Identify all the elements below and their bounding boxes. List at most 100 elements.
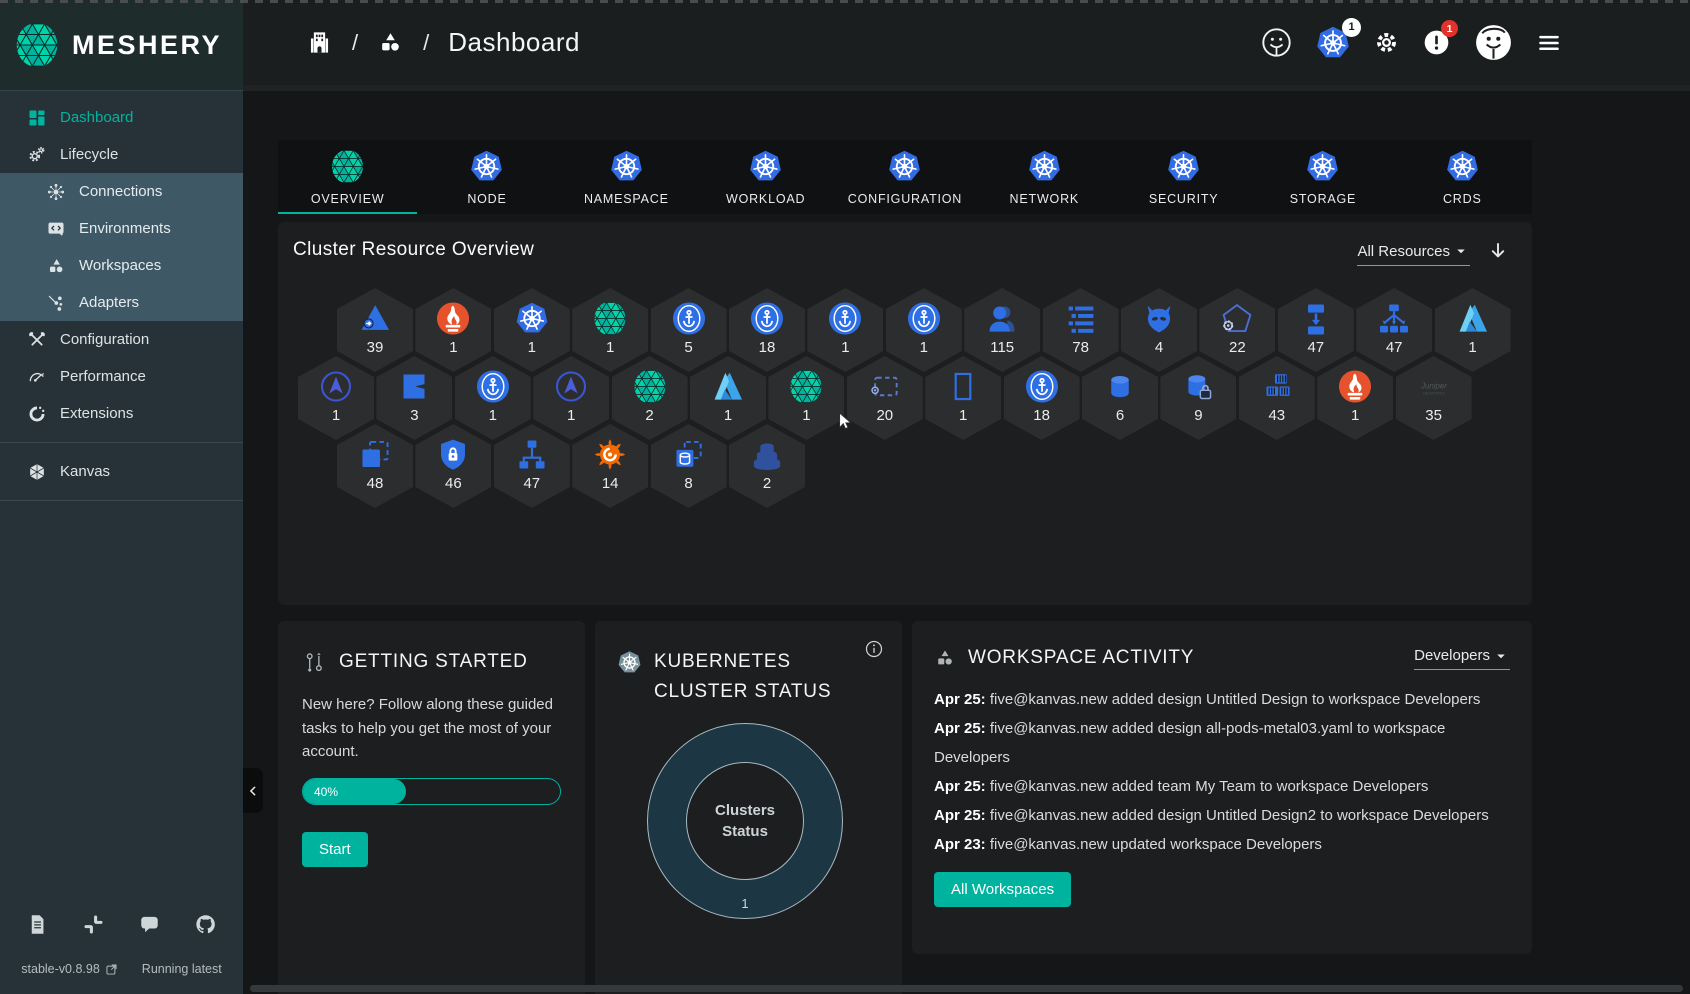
resource-hex-user[interactable]: 115	[964, 288, 1041, 372]
horizontal-scrollbar[interactable]	[250, 985, 1683, 992]
resource-hex-cert-manager[interactable]: 18	[1003, 356, 1080, 440]
resource-count: 1	[488, 407, 497, 424]
rect-outline-icon	[946, 369, 981, 404]
meshery-logo-icon	[14, 22, 60, 68]
resource-hex-list[interactable]: 78	[1042, 288, 1119, 372]
resource-hex-compass[interactable]: 1	[298, 356, 374, 440]
workspace-icon[interactable]	[377, 29, 404, 56]
organization-icon[interactable]	[306, 29, 333, 56]
tab-network[interactable]: NETWORK	[975, 140, 1114, 214]
resource-hex-grafana[interactable]: 14	[572, 424, 649, 508]
notifications-button[interactable]: 1	[1422, 20, 1458, 57]
resource-hex-compass[interactable]: 1	[533, 356, 610, 440]
sidebar-item-environments[interactable]: Environments	[0, 210, 243, 247]
workspace-selector-dropdown[interactable]: Developers	[1414, 647, 1510, 670]
sidebar-item-workspaces[interactable]: Workspaces	[0, 247, 243, 284]
sidebar-item-kanvas[interactable]: Kanvas	[0, 453, 243, 490]
resource-hex-cylinder-lock[interactable]: 9	[1160, 356, 1237, 440]
cert-manager-icon	[906, 301, 941, 336]
info-icon[interactable]	[864, 639, 884, 659]
resource-hex-stacked-discs[interactable]: 2	[729, 424, 805, 508]
resource-hex-replicaset[interactable]: 47	[1356, 288, 1433, 372]
resource-hex-kubernetes[interactable]: 1	[493, 288, 570, 372]
chat-icon[interactable]	[138, 913, 161, 936]
brand[interactable]: MESHERY	[0, 0, 243, 91]
resource-filter-dropdown[interactable]: All Resources	[1357, 242, 1470, 266]
all-workspaces-button[interactable]: All Workspaces	[934, 872, 1072, 908]
breadcrumb: / / Dashboard	[243, 27, 580, 58]
resource-hex-cert-manager[interactable]: 1	[807, 288, 884, 372]
slack-icon[interactable]	[82, 913, 105, 936]
activity-entry: Apr 25: five@kanvas.new added design Unt…	[934, 807, 1489, 825]
configuration-icon	[27, 330, 47, 350]
tab-workload[interactable]: WORKLOAD	[696, 140, 835, 214]
resource-hex-cert-manager[interactable]: 1	[885, 288, 962, 372]
sidebar-item-configuration[interactable]: Configuration	[0, 321, 243, 358]
resource-hex-dashed-box[interactable]: 20	[846, 356, 923, 440]
settings-button[interactable]	[1373, 29, 1400, 56]
menu-button[interactable]	[1536, 30, 1562, 56]
sidebar-item-dashboard[interactable]: Dashboard	[0, 99, 243, 136]
resource-hex-deployment[interactable]: 47	[1277, 288, 1354, 372]
resource-hex-shield-lock[interactable]: 46	[415, 424, 492, 508]
doc-icon[interactable]	[26, 913, 49, 936]
kubernetes-context-button[interactable]: 1	[1315, 17, 1361, 61]
resource-count: 1	[1468, 339, 1477, 356]
resource-hex-meshery[interactable]: 2	[611, 356, 688, 440]
resource-hex-azure[interactable]: 1	[1434, 288, 1511, 372]
resource-hex-cert-manager[interactable]: 1	[454, 356, 531, 440]
resource-hex-juniper[interactable]: Juniper NETWORKS 35	[1395, 356, 1472, 440]
sidebar-item-extensions[interactable]: Extensions	[0, 395, 243, 432]
resource-hex-containers[interactable]: 43	[1238, 356, 1315, 440]
resource-hex-azure[interactable]: 1	[690, 356, 766, 440]
tab-overview[interactable]: OVERVIEW	[278, 140, 418, 214]
resource-hex-cube-layers[interactable]: 8	[650, 424, 727, 508]
activity-list: Apr 25: five@kanvas.new added design Unt…	[934, 685, 1510, 859]
resource-count: 1	[527, 339, 536, 356]
top-loading-dashes	[0, 0, 1690, 3]
version-link[interactable]: stable-v0.8.98	[21, 962, 118, 976]
github-icon[interactable]	[194, 913, 217, 936]
resource-hex-cert-manager[interactable]: 5	[650, 288, 727, 372]
sidebar-item-label: Kanvas	[60, 463, 111, 480]
sidebar-item-lifecycle[interactable]: Lifecycle	[0, 136, 243, 173]
cluster-resource-overview-card: Cluster Resource Overview All Resources …	[278, 222, 1532, 605]
tab-configuration[interactable]: CONFIGURATION	[835, 140, 974, 214]
tab-node[interactable]: NODE	[417, 140, 556, 214]
sidebar-collapse-button[interactable]	[243, 768, 263, 813]
resource-hex-cert-manager[interactable]: 18	[729, 288, 805, 372]
resource-count: 43	[1268, 407, 1286, 424]
hamburger-icon	[1536, 30, 1562, 56]
resource-hex-org-tree[interactable]: 47	[493, 424, 570, 508]
gear-icon	[1373, 29, 1400, 56]
resource-hex-meshery[interactable]: 1	[768, 356, 845, 440]
resource-hex-triangle-arrow[interactable]: 39	[337, 288, 413, 372]
resource-count: 22	[1229, 339, 1246, 356]
tab-security[interactable]: SECURITY	[1114, 140, 1253, 214]
tab-namespace[interactable]: NAMESPACE	[557, 140, 696, 214]
resource-hex-rect-outline[interactable]: 1	[925, 356, 1002, 440]
start-button[interactable]: Start	[302, 832, 368, 868]
profile-avatar[interactable]	[1473, 22, 1514, 63]
tab-storage[interactable]: STORAGE	[1253, 140, 1392, 214]
resource-hex-daemon[interactable]: 4	[1121, 288, 1197, 372]
resource-hex-layers[interactable]: 48	[337, 424, 413, 508]
resource-hex-prometheus[interactable]: 1	[415, 288, 492, 372]
donut-label: Clusters Status	[714, 802, 776, 840]
resource-count: 1	[606, 339, 615, 356]
tab-crds[interactable]: CRDS	[1393, 140, 1532, 214]
connections-icon	[46, 182, 66, 202]
sidebar-item-performance[interactable]: Performance	[0, 358, 243, 395]
resource-hex-meshery[interactable]: 1	[572, 288, 649, 372]
capabilities-smiley-button[interactable]	[1260, 26, 1293, 59]
resource-count: 1	[1351, 407, 1360, 424]
download-button[interactable]	[1486, 240, 1510, 264]
sidebar-item-adapters[interactable]: Adapters	[0, 284, 243, 321]
resource-hex-prometheus[interactable]: 1	[1317, 356, 1394, 440]
resource-hex-cylinder[interactable]: 6	[1082, 356, 1158, 440]
extensions-icon	[27, 404, 47, 424]
sidebar-item-connections[interactable]: Connections	[0, 173, 243, 210]
resource-hex-square-notch[interactable]: 3	[376, 356, 453, 440]
resource-hex-pentagon-gear[interactable]: 22	[1199, 288, 1276, 372]
breadcrumb-separator: /	[352, 29, 359, 55]
